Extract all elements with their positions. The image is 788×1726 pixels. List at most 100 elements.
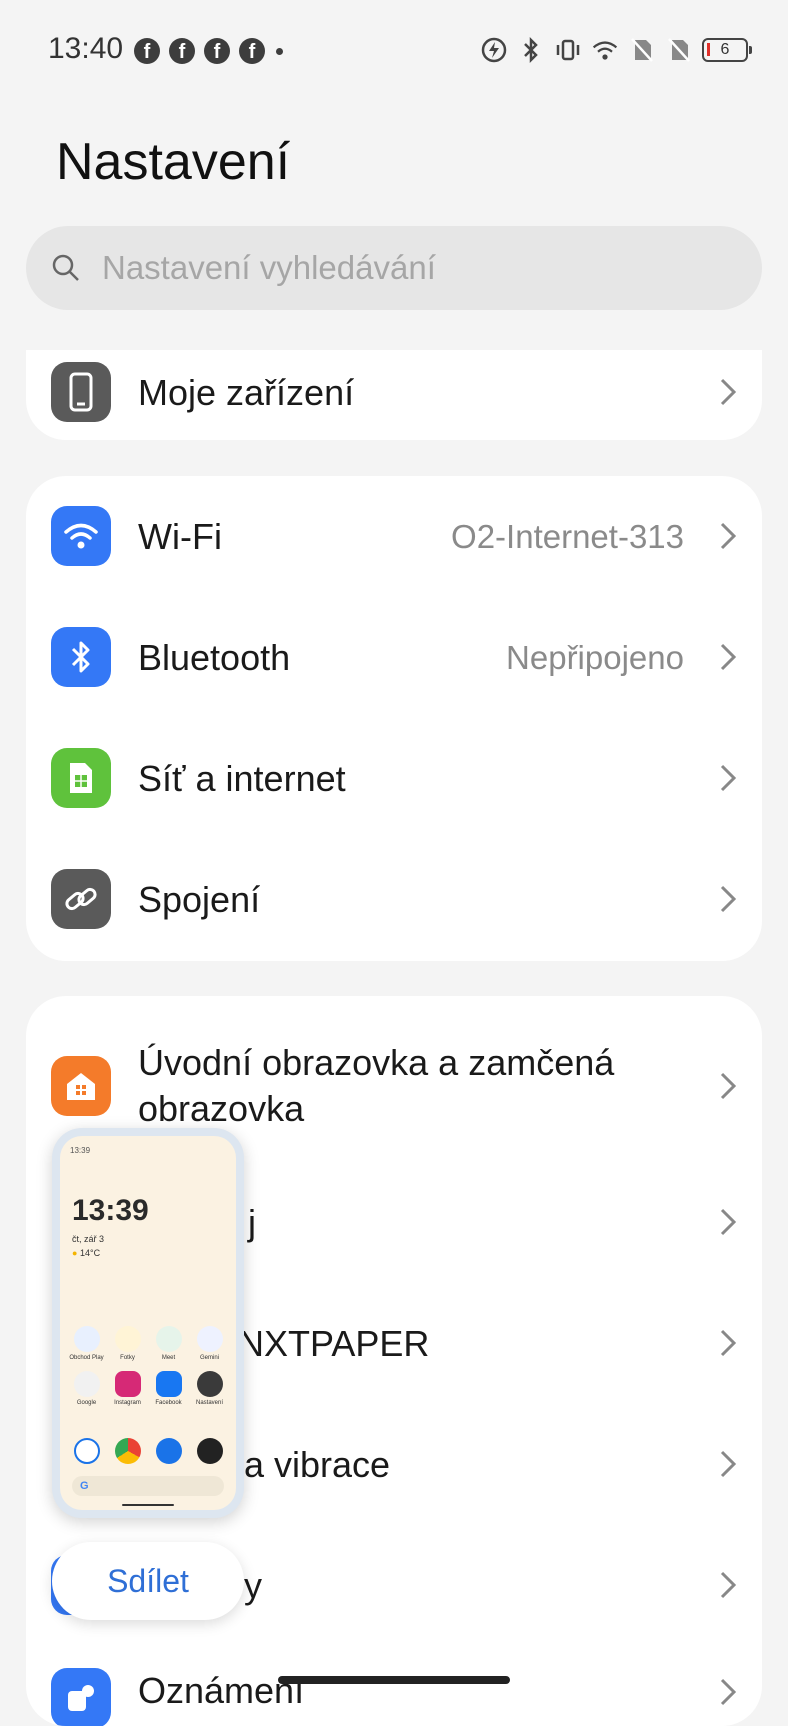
thumbnail-app: Facebook bbox=[148, 1371, 189, 1406]
vibrate-icon bbox=[554, 36, 582, 64]
settings-app-icon bbox=[196, 1371, 223, 1397]
thumbnail-home-indicator bbox=[122, 1504, 174, 1506]
row-label: Bluetooth bbox=[138, 636, 291, 678]
chrome-icon bbox=[114, 1438, 141, 1464]
link-icon bbox=[51, 869, 111, 929]
row-label: j bbox=[248, 1201, 256, 1243]
row-label: Síť a internet bbox=[138, 757, 346, 799]
app-label: Facebook bbox=[155, 1400, 182, 1406]
thumbnail-clock: 13:39 bbox=[72, 1194, 149, 1227]
status-icons: 6 bbox=[480, 36, 752, 64]
share-button[interactable]: Sdílet bbox=[52, 1542, 244, 1620]
settings-row-connection[interactable]: Spojení bbox=[26, 839, 762, 960]
app-label: Instagram bbox=[114, 1400, 141, 1406]
settings-row-device[interactable]: Moje zařízení bbox=[26, 350, 762, 440]
chevron-right-icon bbox=[720, 1208, 737, 1236]
wifi-icon bbox=[51, 506, 111, 566]
settings-row-network[interactable]: Síť a internet bbox=[26, 718, 762, 839]
settings-row-notifications[interactable]: Oznámení bbox=[26, 1646, 762, 1726]
settings-row-bluetooth[interactable]: Bluetooth Nepřipojeno bbox=[26, 597, 762, 718]
bluetooth-status-icon bbox=[517, 36, 545, 64]
search-input[interactable] bbox=[100, 248, 704, 288]
google-folder-icon bbox=[73, 1371, 100, 1397]
row-label: a vibrace bbox=[244, 1443, 391, 1485]
thumbnail-app: Nastavení bbox=[189, 1371, 230, 1406]
app-label: Obchod Play bbox=[69, 1355, 104, 1361]
chevron-right-icon bbox=[720, 1678, 737, 1706]
thumbnail-app: Gemini bbox=[189, 1326, 230, 1361]
facebook-icon: f bbox=[134, 38, 160, 64]
chevron-right-icon bbox=[720, 378, 737, 406]
dock-app bbox=[107, 1438, 148, 1464]
bluetooth-status: Nepřipojeno bbox=[506, 638, 684, 676]
notification-icon bbox=[51, 1668, 111, 1726]
wifi-status-icon bbox=[591, 36, 619, 64]
screenshot-thumbnail[interactable]: 13:39 13:39 čt, zář 3 ● 14°C Obchod Play… bbox=[52, 1128, 244, 1518]
thumbnail-app-grid: Obchod Play Fotky Meet Gemini Google Ins… bbox=[66, 1326, 230, 1406]
row-label: Moje zařízení bbox=[138, 371, 355, 413]
thumbnail-search-bar: G bbox=[72, 1476, 224, 1496]
no-sim-icon bbox=[665, 36, 693, 64]
app-label: Fotky bbox=[120, 1355, 135, 1361]
phone-app-icon bbox=[73, 1438, 100, 1464]
row-label: y bbox=[244, 1564, 262, 1606]
facebook-icon: f bbox=[204, 38, 230, 64]
status-bar: 13:40 f f f f 6 bbox=[0, 0, 788, 104]
chevron-right-icon bbox=[720, 1450, 737, 1478]
meet-icon bbox=[155, 1326, 182, 1352]
row-label: Wi-Fi bbox=[138, 515, 222, 557]
app-label: Google bbox=[76, 1400, 97, 1406]
chevron-right-icon bbox=[720, 1329, 737, 1357]
thumbnail-app: Instagram bbox=[107, 1371, 148, 1406]
chevron-right-icon bbox=[720, 1571, 737, 1599]
device-card: Moje zařízení bbox=[26, 350, 762, 440]
thumbnail-status-time: 13:39 bbox=[70, 1146, 91, 1155]
facebook-app-icon bbox=[155, 1371, 182, 1397]
bluetooth-icon bbox=[51, 627, 111, 687]
chevron-right-icon bbox=[720, 764, 737, 792]
search-bar[interactable] bbox=[26, 226, 762, 310]
no-sim-icon bbox=[628, 36, 656, 64]
chevron-right-icon bbox=[720, 885, 737, 913]
thumbnail-app: Meet bbox=[148, 1326, 189, 1361]
thumbnail-app: Fotky bbox=[107, 1326, 148, 1361]
chevron-right-icon bbox=[720, 1072, 737, 1100]
page-title: Nastavení bbox=[56, 133, 291, 191]
google-icon: G bbox=[80, 1480, 89, 1492]
battery-icon: 6 bbox=[702, 38, 752, 62]
app-label: Nastavení bbox=[195, 1400, 223, 1406]
camera-icon bbox=[196, 1438, 223, 1464]
dock-app bbox=[148, 1438, 189, 1464]
more-notifications-dot bbox=[276, 47, 283, 55]
home-indicator[interactable] bbox=[278, 1676, 510, 1684]
dock-app bbox=[66, 1438, 107, 1464]
status-time: 13:40 bbox=[48, 32, 124, 65]
photos-icon bbox=[114, 1326, 141, 1352]
row-label: NXTPAPER bbox=[238, 1322, 430, 1364]
app-label: Meet bbox=[161, 1355, 176, 1361]
chevron-right-icon bbox=[720, 522, 737, 550]
thumbnail-weather: ● 14°C bbox=[72, 1248, 101, 1258]
thumbnail-dock bbox=[66, 1438, 230, 1464]
wifi-network-name: O2-Internet-313 bbox=[451, 517, 684, 555]
gemini-icon bbox=[196, 1326, 223, 1352]
facebook-icon: f bbox=[169, 38, 195, 64]
notification-icons: f f f f bbox=[134, 38, 283, 64]
network-card: Wi-Fi O2-Internet-313 Bluetooth Nepřipoj… bbox=[26, 476, 762, 961]
home-icon bbox=[51, 1056, 111, 1116]
messages-icon bbox=[155, 1438, 182, 1464]
thumbnail-app: Obchod Play bbox=[66, 1326, 107, 1361]
settings-row-wifi[interactable]: Wi-Fi O2-Internet-313 bbox=[26, 476, 762, 597]
dock-app bbox=[189, 1438, 230, 1464]
app-label: Gemini bbox=[199, 1355, 219, 1361]
play-store-icon bbox=[73, 1326, 100, 1352]
screenshot-preview: 13:39 13:39 čt, zář 3 ● 14°C Obchod Play… bbox=[60, 1136, 236, 1510]
facebook-icon: f bbox=[239, 38, 265, 64]
phone-icon bbox=[51, 362, 111, 422]
charging-icon bbox=[480, 36, 508, 64]
thumbnail-temp: 14°C bbox=[79, 1248, 101, 1258]
thumbnail-app: Google bbox=[66, 1371, 107, 1406]
thumbnail-date: čt, zář 3 bbox=[72, 1234, 105, 1244]
sim-card-icon bbox=[51, 748, 111, 808]
row-label: Spojení bbox=[138, 878, 261, 920]
